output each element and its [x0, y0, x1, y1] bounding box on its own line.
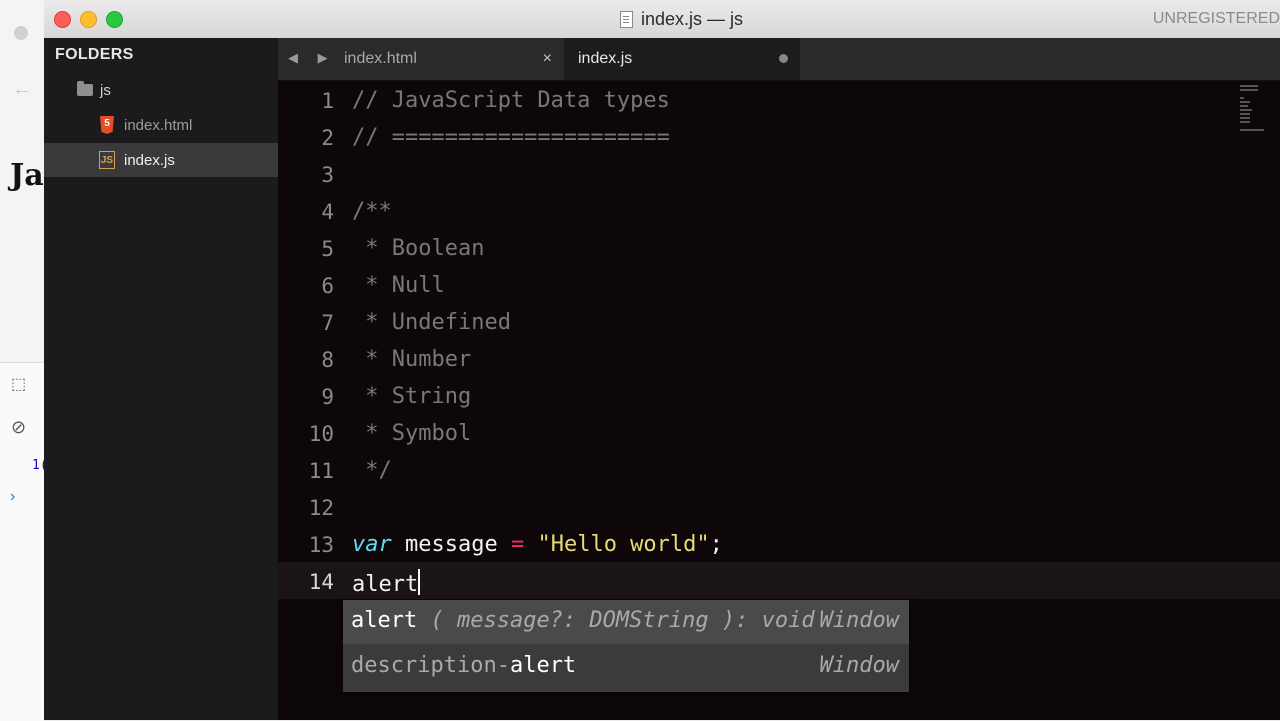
operator-token: = — [510, 532, 525, 557]
autocomplete-completion: description-alert — [351, 653, 576, 678]
code-line: * String — [352, 384, 472, 409]
tab-navigation-arrows-icon[interactable]: ◀ ▶ — [288, 50, 336, 66]
editor-window: index.js — js UNREGISTERED FOLDERS js 5 … — [44, 0, 1280, 720]
active-line-highlight — [278, 562, 1280, 599]
window-title: index.js — js — [620, 9, 743, 30]
typed-text: alert — [352, 572, 419, 597]
line-number: 10 — [308, 422, 334, 446]
completion-match: alert — [351, 608, 418, 633]
tab-index-html[interactable]: index.html × — [330, 38, 564, 80]
line-number: 2 — [321, 126, 334, 150]
code-line: var message = "Hello world"; — [352, 532, 723, 557]
sidebar-item-index-html[interactable]: 5 index.html — [44, 108, 278, 142]
autocomplete-popup: alert ( message?: DOMString ): void Wind… — [343, 600, 909, 692]
text-cursor — [418, 569, 421, 595]
identifier-token: message — [391, 532, 511, 557]
js-file-icon: JS — [99, 151, 115, 169]
line-number-active: 14 — [308, 570, 334, 594]
completion-prefix: description- — [351, 653, 510, 678]
minimap-line — [1240, 85, 1258, 87]
minimap-line — [1240, 89, 1258, 91]
code-line: * Symbol — [352, 421, 472, 446]
close-tab-icon[interactable]: × — [543, 50, 552, 68]
line-number: 8 — [321, 348, 334, 372]
console-prompt[interactable]: › — [10, 488, 15, 506]
completion-source: Window — [819, 653, 899, 678]
html5-file-icon: 5 — [100, 116, 114, 134]
line-number: 13 — [308, 533, 334, 557]
minimap[interactable] — [1240, 85, 1272, 135]
document-icon — [620, 11, 633, 28]
minimap-line — [1240, 101, 1250, 103]
devtools-panel — [0, 362, 44, 721]
tab-label: index.html — [344, 50, 417, 67]
title-bar: index.js — js UNREGISTERED — [44, 0, 1280, 39]
minimize-window-button[interactable] — [80, 11, 97, 28]
code-line: * Null — [352, 273, 445, 298]
code-line: * Boolean — [352, 236, 485, 261]
tab-bar: ◀ ▶ index.html × index.js — [278, 38, 1280, 81]
code-line: * Number — [352, 347, 472, 372]
line-number: 3 — [321, 163, 334, 187]
folders-header: FOLDERS — [55, 46, 134, 63]
code-editor[interactable]: 1 2 3 4 5 6 7 8 9 10 11 12 13 14 // Java… — [278, 81, 1280, 720]
code-line: */ — [352, 458, 392, 483]
autocomplete-completion: alert ( message?: DOMString ): void — [351, 608, 815, 633]
code-line: * Undefined — [352, 310, 511, 335]
semicolon-token: ; — [709, 532, 723, 557]
line-number: 11 — [308, 459, 334, 483]
unsaved-dot-icon[interactable] — [779, 54, 788, 63]
minimap-line — [1240, 121, 1250, 123]
page-heading-fragment: Ja — [10, 158, 44, 193]
line-number: 4 — [321, 200, 334, 224]
line-number: 7 — [321, 311, 334, 335]
line-number: 9 — [321, 385, 334, 409]
line-number: 6 — [321, 274, 334, 298]
completion-signature: ( message?: DOMString ): void — [417, 608, 815, 633]
minimap-line — [1240, 97, 1244, 99]
background-browser-window: ← Ja ⬚ ⊘ 1( › — [0, 0, 48, 721]
sidebar-item-label: index.js — [124, 151, 175, 169]
tab-index-js[interactable]: index.js — [564, 38, 800, 80]
line-number: 5 — [321, 237, 334, 261]
folder-icon — [77, 81, 93, 96]
minimap-line — [1240, 109, 1252, 111]
line-number: 1 — [321, 89, 334, 113]
back-arrow-icon: ← — [12, 78, 32, 100]
line-number: 12 — [308, 496, 334, 520]
completion-match: alert — [509, 653, 577, 678]
maximize-window-button[interactable] — [106, 11, 123, 28]
autocomplete-item[interactable]: description-alert Window — [343, 645, 909, 689]
string-token: "Hello world" — [524, 532, 710, 557]
code-line-active: alert — [352, 569, 421, 597]
sidebar-item-js-folder[interactable]: js — [44, 73, 278, 107]
tab-label: index.js — [578, 50, 633, 67]
inspect-icon[interactable]: ⬚ — [11, 374, 31, 394]
sidebar-item-label: index.html — [124, 116, 193, 134]
minimap-line — [1240, 129, 1264, 131]
code-line: /** — [352, 199, 392, 224]
sidebar-item-index-js[interactable]: JS index.js — [44, 143, 278, 177]
browser-control-dot — [14, 26, 28, 40]
sidebar-item-label: js — [100, 81, 111, 99]
minimap-line — [1240, 117, 1250, 119]
completion-source: Window — [819, 608, 899, 633]
window-title-text: index.js — js — [641, 9, 744, 29]
code-line: // JavaScript Data types — [352, 88, 670, 113]
sidebar: FOLDERS js 5 index.html JS index.js — [44, 38, 278, 720]
code-line: // ===================== — [352, 125, 670, 150]
minimap-line — [1240, 113, 1250, 115]
minimap-line — [1240, 105, 1248, 107]
keyword-token: var — [352, 532, 392, 557]
close-window-button[interactable] — [54, 11, 71, 28]
autocomplete-item[interactable]: alert ( message?: DOMString ): void Wind… — [343, 600, 909, 644]
clear-console-icon[interactable]: ⊘ — [11, 417, 31, 437]
unregistered-label: UNREGISTERED — [1152, 10, 1280, 27]
